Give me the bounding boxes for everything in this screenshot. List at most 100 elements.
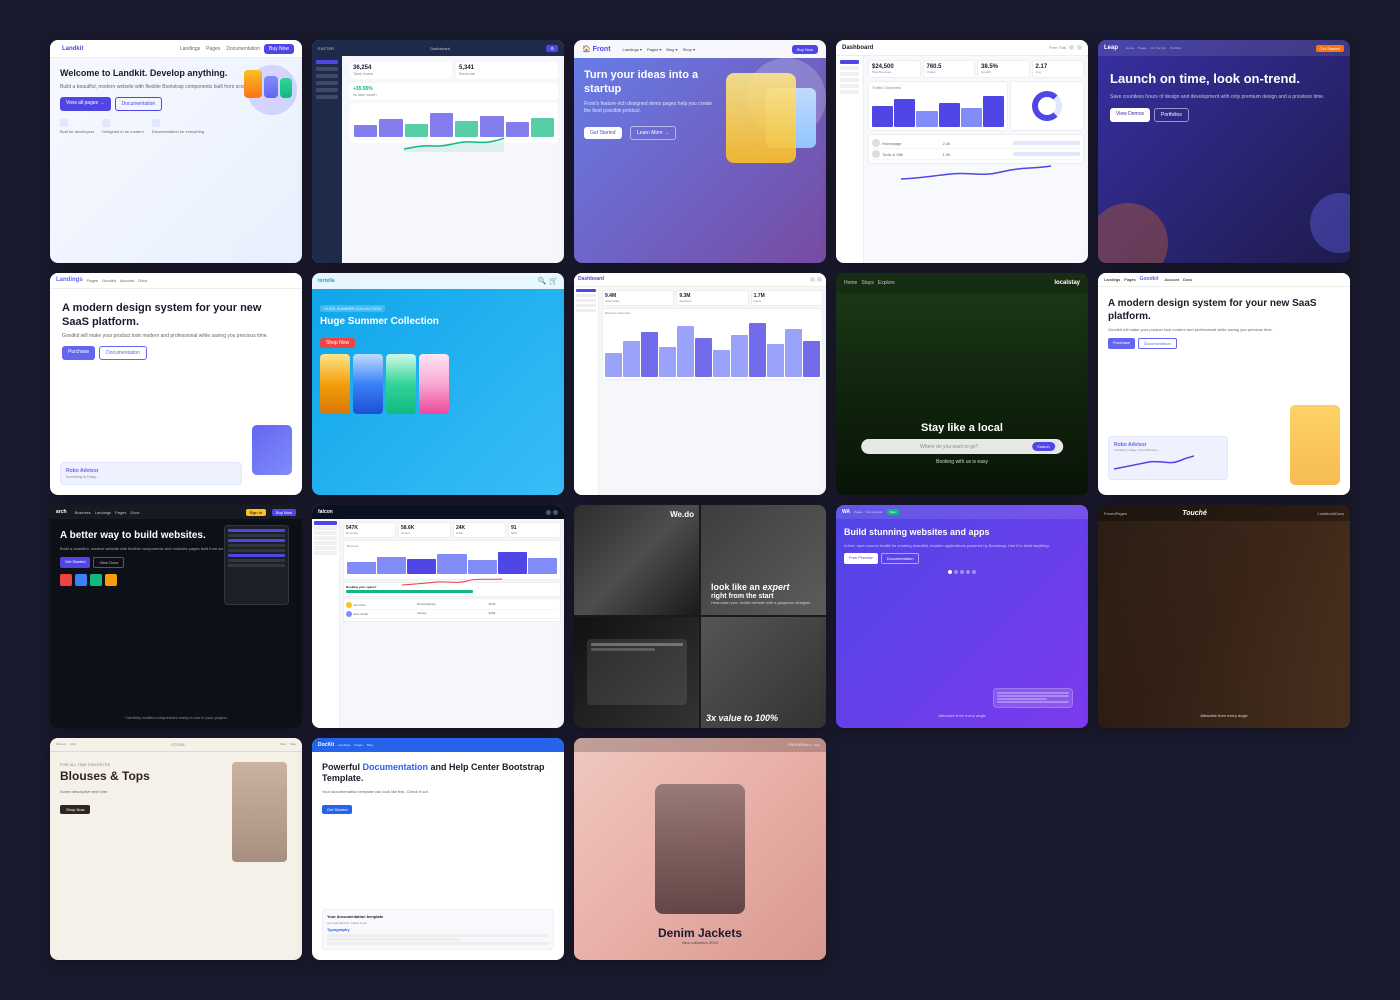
secondary-button[interactable]: Documentation <box>1138 338 1177 349</box>
primary-button[interactable]: View Demos <box>1110 108 1150 122</box>
sidebar-item[interactable] <box>314 526 337 530</box>
secondary-button[interactable]: View Docs <box>93 557 124 568</box>
dot[interactable] <box>954 570 958 574</box>
search-icon[interactable]: 🔍 <box>538 277 547 285</box>
people-illustration <box>244 70 292 98</box>
card-goodkit2[interactable]: Landings Pages Goodkit Account Docs A mo… <box>1098 273 1350 496</box>
nav-cta-button[interactable]: Buy Now <box>272 509 296 516</box>
sidebar-item-projects[interactable] <box>840 78 859 82</box>
card-denim-jackets[interactable]: FASHION New Sale Denim Jackets New colle… <box>574 738 826 961</box>
card-falcon[interactable]: falcon <box>312 505 564 728</box>
denim-navbar: FASHION New Sale <box>574 738 826 752</box>
nav-icon[interactable] <box>553 510 558 515</box>
nav-icon[interactable] <box>1077 45 1082 50</box>
stat-label: Sessions <box>679 299 745 303</box>
nav-link: For the Fun <box>1151 46 1167 50</box>
sidebar-item[interactable] <box>576 289 596 292</box>
secondary-button[interactable]: Portfolios <box>1154 108 1189 122</box>
primary-button[interactable]: Purchase <box>1108 338 1135 349</box>
nav-icon <box>817 277 822 282</box>
secondary-button[interactable]: Learn More → <box>630 126 676 140</box>
card-touche[interactable]: Forum Pages Touché Lookbook Docs Attract… <box>1098 505 1350 728</box>
card-stay-local[interactable]: Home Stays Explore localstay Stay like a… <box>836 273 1088 496</box>
secondary-button[interactable]: Documentation <box>881 553 920 564</box>
sidebar-item[interactable] <box>316 95 338 99</box>
sidebar-item[interactable] <box>576 309 596 312</box>
primary-button[interactable]: View all pages → <box>60 97 111 111</box>
card-dashboard-dark[interactable]: EXETER Dashboard ⚙ 36,254 Total Users <box>312 40 564 263</box>
bar <box>377 557 406 575</box>
dot[interactable] <box>972 570 976 574</box>
feature-icon <box>152 119 160 127</box>
sidebar-item[interactable] <box>576 304 596 307</box>
nav-button[interactable]: Sign In <box>246 509 266 516</box>
nav-button[interactable]: Buy Now <box>792 45 818 54</box>
card-webflow[interactable]: WA Pages Components New Build stunning w… <box>836 505 1088 728</box>
shop-button[interactable]: Shop Now <box>60 805 90 814</box>
nav-link: Landings <box>180 46 200 52</box>
card-analytics[interactable]: Dashboard <box>574 273 826 496</box>
card-landkit[interactable]: Landkit Landings Pages Documentation Buy… <box>50 40 302 263</box>
card-admin-dashboard[interactable]: Dashboard Free Trial <box>836 40 1088 263</box>
nav-cta-button[interactable]: Buy Now <box>264 44 294 54</box>
nav-button[interactable]: ⚙ <box>546 45 558 52</box>
analytics-sidebar <box>574 287 599 496</box>
dot[interactable] <box>966 570 970 574</box>
sidebar-item[interactable] <box>314 536 337 540</box>
cart-icon[interactable]: 🛒 <box>549 277 558 285</box>
primary-button[interactable]: Get Started <box>584 127 622 139</box>
sidebar-item-dashboard[interactable] <box>840 60 859 64</box>
dot[interactable] <box>948 570 952 574</box>
sidebar-item[interactable] <box>576 294 596 297</box>
sidebar-item[interactable] <box>576 299 596 302</box>
screen-line <box>228 534 285 537</box>
primary-button[interactable]: Get Started <box>60 557 90 568</box>
shop-button[interactable]: Shop Now <box>320 338 355 348</box>
bar <box>480 116 503 137</box>
card-blouses-tops[interactable]: Women Men STORE New Sale FOR ALL TIME FA… <box>50 738 302 961</box>
leap-body: Launch on time, look on-trend. Save coun… <box>1098 56 1350 137</box>
sidebar-item[interactable] <box>314 531 337 535</box>
sidebar-item-settings[interactable] <box>840 84 859 88</box>
sidebar-item-pages[interactable] <box>840 72 859 76</box>
sidebar-item[interactable] <box>316 74 338 78</box>
card-arch[interactable]: arch Business Landings Pages Docs Sign I… <box>50 505 302 728</box>
sidebar-item-users[interactable] <box>840 66 859 70</box>
mock-text: can look like this. Check it out. <box>327 921 549 925</box>
nav-icon[interactable] <box>1069 45 1074 50</box>
nav-button[interactable]: Get Started <box>1316 45 1344 52</box>
card-goodkit[interactable]: Landings Pages Goodkit Account Docs A mo… <box>50 273 302 496</box>
sidebar-item[interactable] <box>314 541 337 545</box>
sidebar-item-reports[interactable] <box>840 90 859 94</box>
card-summer[interactable]: tortella 🔍 🛒 HUGE SUMMER COLLECTION Huge… <box>312 273 564 496</box>
search-bar[interactable]: Where do you want to go? Search <box>861 439 1063 454</box>
sidebar-item[interactable] <box>314 546 337 550</box>
illustration <box>217 65 297 125</box>
falcon-sidebar <box>312 519 340 728</box>
sidebar-item[interactable] <box>314 551 337 555</box>
nav-link: Portfolio <box>1170 46 1181 50</box>
card-leap[interactable]: Leap Home Pages For the Fun Portfolio Ge… <box>1098 40 1350 263</box>
primary-button[interactable]: Purchase <box>62 346 95 360</box>
screen-line <box>228 529 285 532</box>
card-documentation[interactable]: DocKit Landings Pages Blog Powerful Docu… <box>312 738 564 961</box>
dot[interactable] <box>960 570 964 574</box>
primary-button[interactable]: Free Preview <box>844 553 878 564</box>
sidebar-item-dashboard[interactable] <box>314 521 337 525</box>
sidebar-item[interactable] <box>316 88 338 92</box>
secondary-button[interactable]: Documentation <box>99 346 147 360</box>
sidebar-item[interactable] <box>316 60 338 64</box>
card-expert[interactable]: We.do look like an expert right from the… <box>574 505 826 728</box>
bar <box>785 329 802 377</box>
card-front[interactable]: 🏠 Front Landings ▾ Pages ▾ Blog ▾ Shop ▾… <box>574 40 826 263</box>
search-button[interactable]: Search <box>1032 442 1055 451</box>
nav-links: Business Landings Pages Docs <box>75 510 140 515</box>
expert-subtitle: right from the start <box>711 593 816 600</box>
bar-chart <box>605 317 820 377</box>
sidebar-item[interactable] <box>316 67 338 71</box>
secondary-button[interactable]: Documentation <box>115 97 163 111</box>
sidebar-item[interactable] <box>316 81 338 85</box>
cta-button[interactable]: Get Started <box>322 805 352 814</box>
nav-icon[interactable] <box>546 510 551 515</box>
chart-label: Traffic Channels <box>872 85 1004 90</box>
